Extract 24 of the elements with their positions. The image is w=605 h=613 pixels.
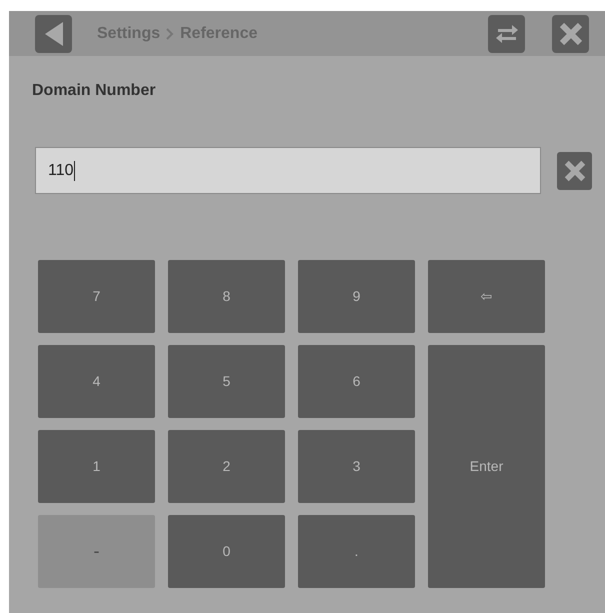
keypad-key[interactable]: 6 <box>298 345 415 418</box>
keypad-key[interactable]: 3 <box>298 430 415 503</box>
keypad-key[interactable]: 9 <box>298 260 415 333</box>
keypad-key[interactable]: 4 <box>38 345 155 418</box>
back-button[interactable] <box>35 14 72 52</box>
number-input-field[interactable]: 110 <box>35 147 541 194</box>
close-icon <box>558 22 582 46</box>
swap-button[interactable] <box>488 14 525 52</box>
close-button[interactable] <box>552 14 589 52</box>
keypad-key[interactable]: 8 <box>168 260 285 333</box>
clear-button[interactable] <box>557 152 592 190</box>
close-icon <box>564 160 586 182</box>
dialog-title: Domain Number <box>32 81 157 101</box>
keypad-key[interactable]: 2 <box>168 430 285 503</box>
keypad-key[interactable]: 5 <box>168 345 285 418</box>
chevron-right-icon <box>166 28 174 40</box>
keypad-key[interactable]: 0 <box>168 515 285 588</box>
enter-key[interactable]: Enter <box>428 345 545 588</box>
keypad-key[interactable]: 7 <box>38 260 155 333</box>
keypad-key[interactable]: ⇦ <box>428 260 545 333</box>
input-value: 110 <box>48 160 74 180</box>
keypad-key[interactable]: . <box>298 515 415 588</box>
keypad-key[interactable]: 1 <box>38 430 155 503</box>
triangle-left-icon <box>42 20 64 46</box>
